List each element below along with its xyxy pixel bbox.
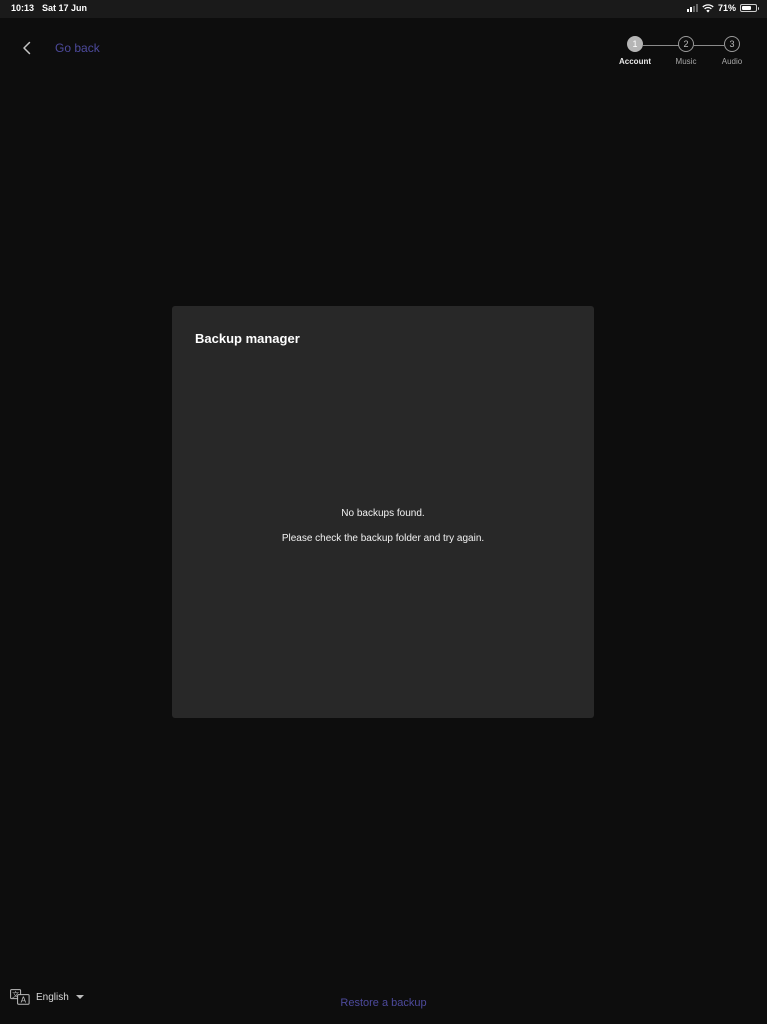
- backup-manager-dialog: Backup manager No backups found. Please …: [172, 306, 594, 718]
- step-2-label: Music: [675, 57, 697, 66]
- restore-backup-link[interactable]: Restore a backup: [0, 997, 767, 1009]
- restore-backup-label[interactable]: Restore a backup: [340, 997, 426, 1009]
- step-3-label: Audio: [721, 57, 743, 66]
- setup-stepper: 1 2 3 Account Music Audio: [0, 0, 767, 80]
- step-3-indicator: 3: [724, 36, 740, 52]
- empty-state-hint: Please check the backup folder and try a…: [281, 533, 485, 544]
- step-2-indicator: 2: [678, 36, 694, 52]
- step-connector: [694, 45, 724, 46]
- dialog-title: Backup manager: [195, 331, 300, 346]
- step-connector: [643, 45, 679, 46]
- empty-state-message: No backups found.: [341, 508, 425, 519]
- step-1-indicator: 1: [627, 36, 643, 52]
- step-1-label: Account: [619, 57, 651, 66]
